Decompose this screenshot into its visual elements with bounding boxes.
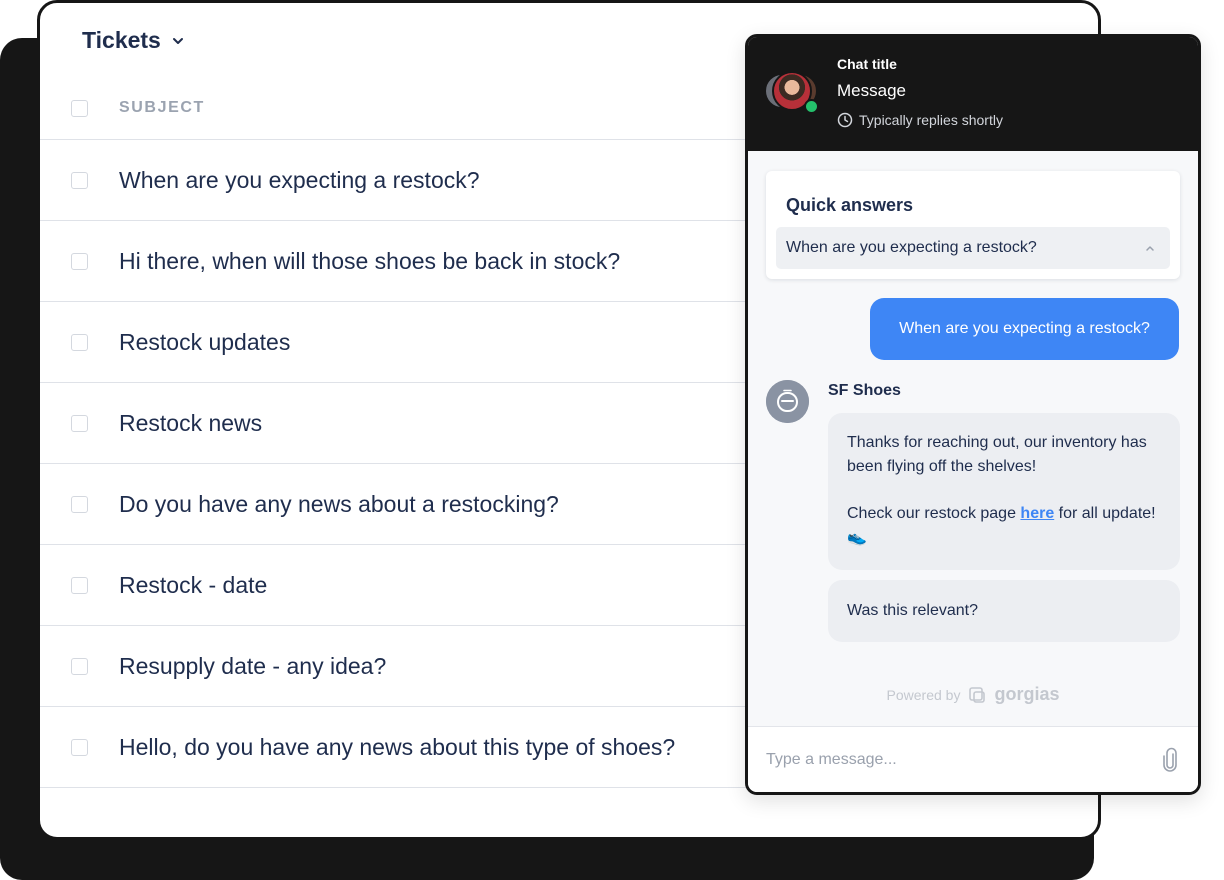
chat-header: Chat title Message Typically replies sho…	[748, 37, 1198, 151]
row-checkbox[interactable]	[71, 495, 88, 513]
ticket-subject[interactable]: Resupply date - any idea?	[119, 653, 386, 680]
tickets-view-selector[interactable]: Tickets	[82, 27, 185, 54]
powered-by-brand: gorgias	[994, 684, 1060, 704]
row-checkbox[interactable]	[71, 738, 88, 756]
reply-time-label: Typically replies shortly	[859, 112, 1003, 128]
row-checkbox[interactable]	[71, 252, 88, 270]
row-checkbox[interactable]	[71, 657, 88, 675]
bot-avatar-icon	[766, 380, 809, 423]
ticket-subject[interactable]: Restock - date	[119, 572, 267, 599]
gorgias-logo-icon	[969, 686, 986, 703]
select-all-checkbox[interactable]	[71, 99, 88, 117]
row-checkbox[interactable]	[71, 171, 88, 189]
quick-answer-label: When are you expecting a restock?	[786, 239, 1037, 256]
chat-subtitle: Message	[837, 81, 906, 100]
bot-message-prefix: Check our restock page	[847, 505, 1021, 522]
ticket-subject[interactable]: Do you have any news about a restocking?	[119, 491, 559, 518]
chat-title: Chat title	[837, 56, 897, 72]
agent-avatars	[764, 71, 819, 114]
bot-name: SF Shoes	[828, 382, 901, 399]
quick-answers-title: Quick answers	[786, 195, 914, 215]
row-checkbox[interactable]	[71, 414, 88, 432]
message-input[interactable]	[764, 749, 1128, 770]
row-checkbox[interactable]	[71, 576, 88, 594]
powered-by-label: Powered by	[886, 686, 961, 703]
row-checkbox[interactable]	[71, 333, 88, 351]
ticket-subject[interactable]: Restock news	[119, 410, 262, 437]
quick-answer-option[interactable]: When are you expecting a restock?	[776, 227, 1170, 269]
powered-by: Powered by gorgias	[748, 684, 1198, 705]
bot-message-text: Thanks for reaching out, our inventory h…	[847, 434, 1147, 475]
chat-body: Quick answers When are you expecting a r…	[748, 151, 1198, 729]
paperclip-icon[interactable]	[1160, 747, 1180, 773]
online-status-dot	[804, 99, 819, 114]
ticket-subject[interactable]: When are you expecting a restock?	[119, 167, 480, 194]
chevron-down-icon	[172, 37, 183, 44]
chat-input-bar	[748, 726, 1198, 792]
user-message-bubble: When are you expecting a restock?	[870, 298, 1179, 360]
restock-page-link[interactable]: here	[1020, 505, 1054, 522]
quick-answers-card: Quick answers When are you expecting a r…	[766, 171, 1180, 279]
bot-followup-text: Was this relevant?	[847, 602, 979, 619]
bot-message-text: Check our restock page here for all upda…	[847, 502, 1161, 550]
reply-time: Typically replies shortly	[837, 112, 1003, 128]
clock-icon	[837, 112, 853, 128]
chevron-up-icon	[1146, 246, 1154, 251]
ticket-subject[interactable]: Restock updates	[119, 329, 290, 356]
tickets-title: Tickets	[82, 27, 161, 53]
chat-widget: Chat title Message Typically replies sho…	[745, 34, 1201, 795]
bot-followup-bubble: Was this relevant?	[828, 580, 1180, 642]
column-header-subject[interactable]: SUBJECT	[119, 99, 205, 117]
ticket-subject[interactable]: Hi there, when will those shoes be back …	[119, 248, 620, 275]
ticket-subject[interactable]: Hello, do you have any news about this t…	[119, 734, 675, 761]
bot-message-bubble: Thanks for reaching out, our inventory h…	[828, 413, 1180, 570]
